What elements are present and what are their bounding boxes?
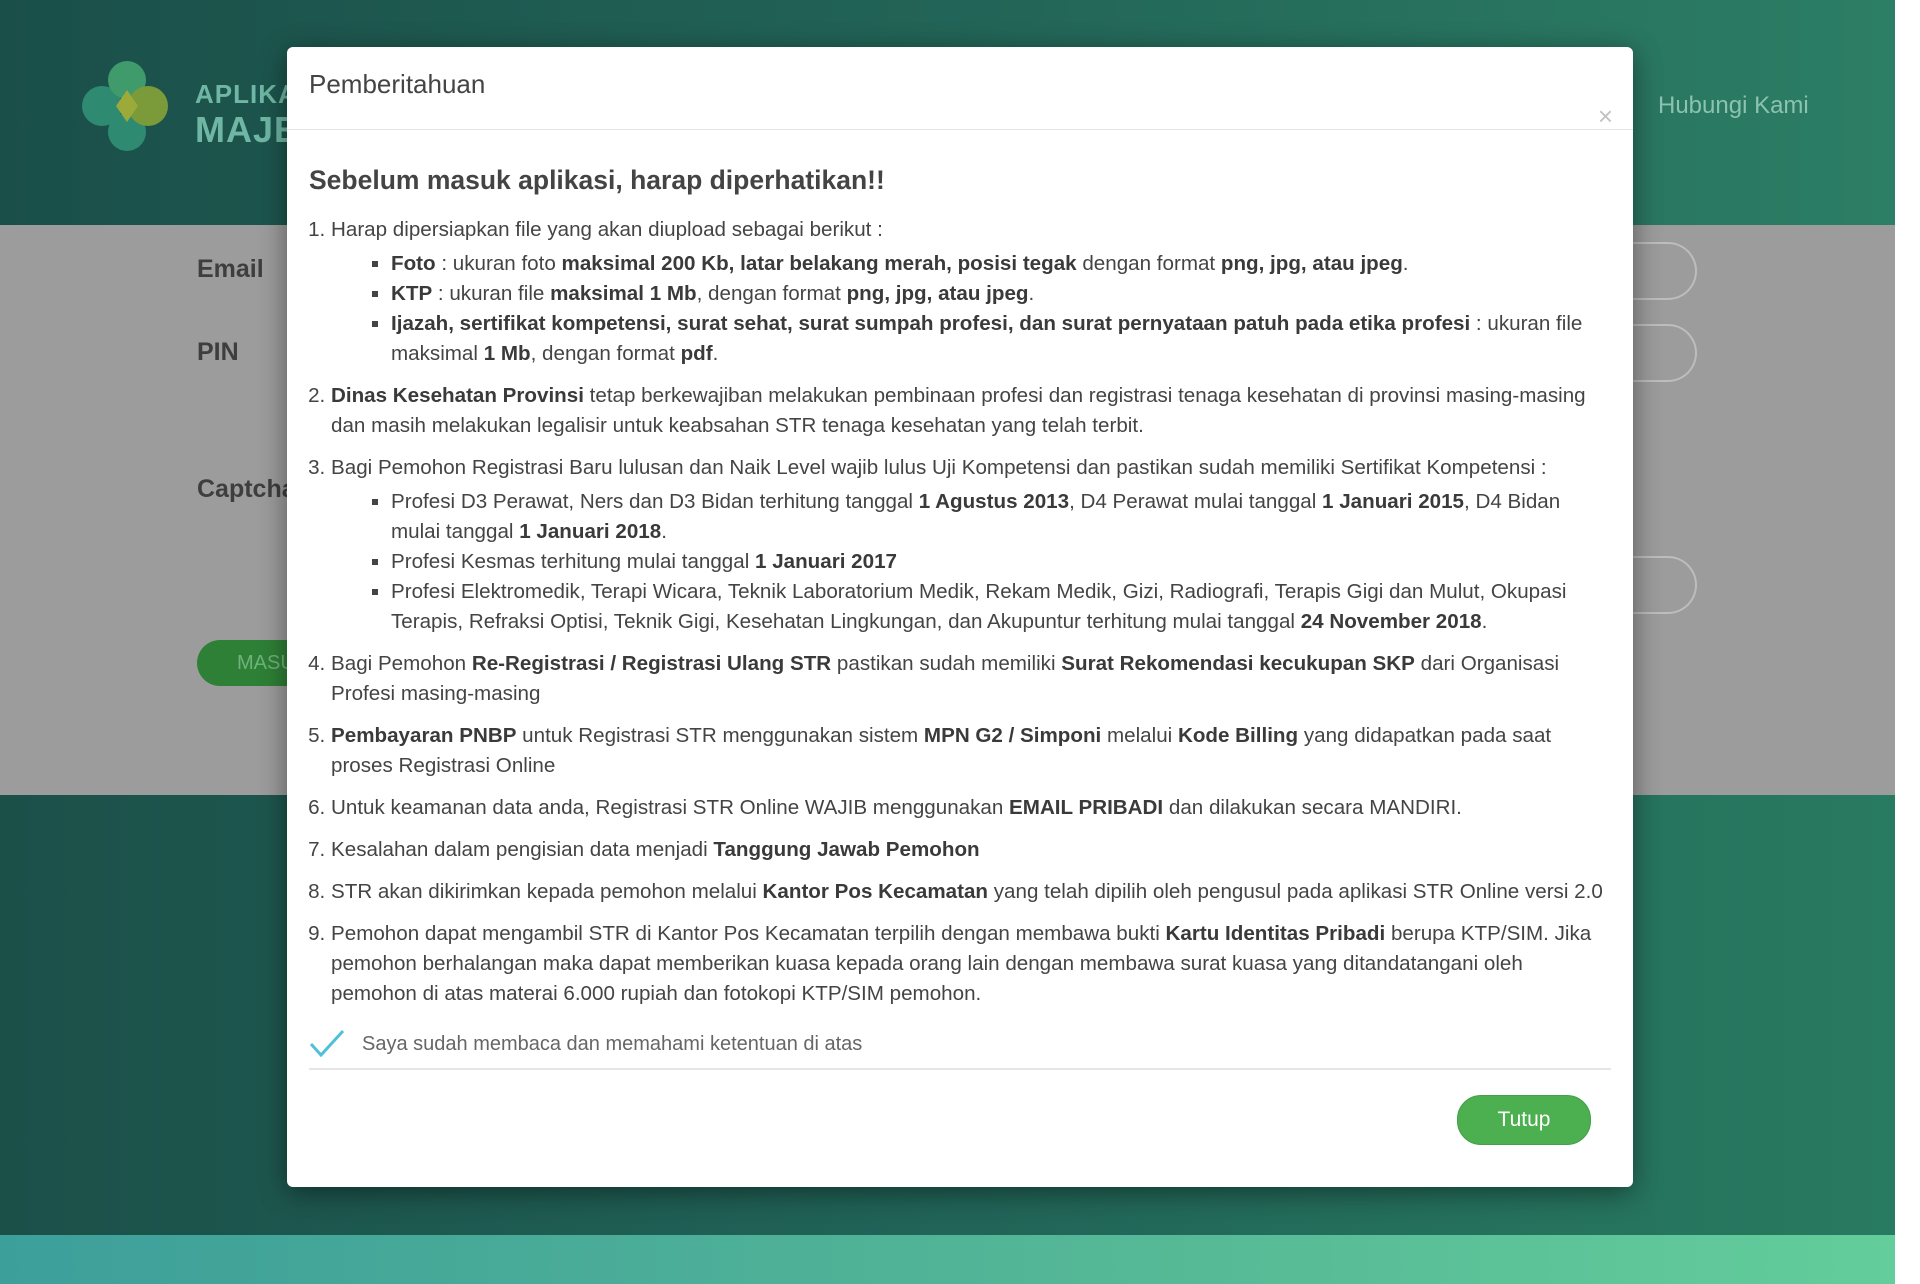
text: pastikan sudah memiliki [831, 652, 1062, 675]
text-bold: 1 Januari 2017 [755, 550, 897, 573]
text-bold: Ijazah, sertifikat kompetensi, surat seh… [391, 312, 1471, 335]
text: . [1481, 610, 1488, 633]
text-bold: maksimal 1 Mb [550, 282, 697, 305]
agreement-checkbox-row[interactable]: Saya sudah membaca dan memahami ketentua… [309, 1028, 1611, 1070]
text: : ukuran file [432, 282, 551, 305]
text: untuk Registrasi STR menggunakan sistem [516, 724, 924, 747]
rule-item-2: Dinas Kesehatan Provinsi tetap berkewaji… [331, 381, 1611, 441]
modal-header-divider [287, 129, 1633, 130]
rule-1-ktp: KTP : ukuran file maksimal 1 Mb, dengan … [391, 279, 1611, 309]
text: . [712, 342, 719, 365]
modal-heading: Sebelum masuk aplikasi, harap diperhatik… [309, 165, 885, 195]
text: dan dilakukan secara MANDIRI. [1163, 796, 1462, 819]
text: : ukuran foto [435, 252, 562, 275]
text: Bagi Pemohon [331, 652, 472, 675]
rules-list: Harap dipersiapkan file yang akan diuplo… [309, 215, 1611, 1009]
rule-item-6: Untuk keamanan data anda, Registrasi STR… [331, 793, 1611, 823]
rule-3-intro: Bagi Pemohon Registrasi Baru lulusan dan… [331, 456, 1547, 479]
text-bold: maksimal 200 Kb, latar belakang merah, p… [561, 252, 1077, 275]
text-bold: MPN G2 / Simponi [923, 724, 1102, 747]
text: , dengan format [696, 282, 847, 305]
text-bold: Kode Billing [1177, 724, 1299, 747]
rule-1-intro: Harap dipersiapkan file yang akan diuplo… [331, 218, 883, 241]
rule-item-1: Harap dipersiapkan file yang akan diuplo… [331, 215, 1611, 369]
text-bold: Foto [391, 252, 436, 275]
text-bold: 1 Agustus 2013 [918, 490, 1070, 513]
rule-3-sublist: Profesi D3 Perawat, Ners dan D3 Bidan te… [331, 487, 1611, 637]
text-bold: Dinas Kesehatan Provinsi [331, 384, 584, 407]
text-bold: Kantor Pos Kecamatan [762, 880, 989, 903]
close-icon[interactable]: × [1598, 103, 1613, 129]
agreement-label: Saya sudah membaca dan memahami ketentua… [362, 1033, 863, 1055]
text: yang telah dipilih oleh pengusul pada ap… [988, 880, 1603, 903]
text: . [661, 520, 667, 543]
rule-item-4: Bagi Pemohon Re-Registrasi / Registrasi … [331, 649, 1611, 709]
page-scrollbar-gutter [1895, 0, 1920, 1284]
text: Untuk keamanan data anda, Registrasi STR… [331, 796, 1010, 819]
rule-3-sub-3: Profesi Elektromedik, Terapi Wicara, Tek… [391, 577, 1611, 637]
rule-item-3: Bagi Pemohon Registrasi Baru lulusan dan… [331, 453, 1611, 637]
footer-strip [0, 1235, 1895, 1284]
text-bold: Pembayaran PNBP [331, 724, 517, 747]
text: dengan format [1076, 252, 1221, 275]
text: , D4 Perawat mulai tanggal [1069, 490, 1323, 513]
text-bold: 1 Januari 2018 [519, 520, 662, 543]
nav-contact-link[interactable]: Hubungi Kami [1658, 92, 1809, 120]
notice-modal: Pemberitahuan × Sebelum masuk aplikasi, … [287, 47, 1633, 1187]
text-bold: pdf [680, 342, 713, 365]
logo-icon [82, 61, 168, 151]
text-bold: Tanggung Jawab Pemohon [713, 838, 980, 861]
text: Profesi Kesmas terhitung mulai tanggal [391, 550, 756, 573]
rule-3-sub-1: Profesi D3 Perawat, Ners dan D3 Bidan te… [391, 487, 1611, 547]
text-bold: Re-Registrasi / Registrasi Ulang STR [471, 652, 832, 675]
rule-1-sublist: Foto : ukuran foto maksimal 200 Kb, lata… [331, 249, 1611, 369]
text-bold: png, jpg, atau jpeg [846, 282, 1029, 305]
check-icon[interactable] [309, 1028, 345, 1060]
text: STR akan dikirimkan kepada pemohon melal… [331, 880, 763, 903]
text: melalui [1101, 724, 1178, 747]
text-bold: Surat Rekomendasi kecukupan SKP [1061, 652, 1415, 675]
text-bold: png, jpg, atau jpeg [1220, 252, 1403, 275]
rule-item-5: Pembayaran PNBP untuk Registrasi STR men… [331, 721, 1611, 781]
pin-label: PIN [197, 338, 239, 366]
text: Pemohon dapat mengambil STR di Kantor Po… [331, 922, 1166, 945]
text: Kesalahan dalam pengisian data menjadi [331, 838, 714, 861]
text: Profesi D3 Perawat, Ners dan D3 Bidan te… [391, 490, 919, 513]
rule-item-7: Kesalahan dalam pengisian data menjadi T… [331, 835, 1611, 865]
close-button[interactable]: Tutup [1457, 1095, 1591, 1145]
text-bold: KTP [391, 282, 433, 305]
modal-title: Pemberitahuan [309, 69, 486, 99]
text-bold: Kartu Identitas Pribadi [1165, 922, 1386, 945]
text: , dengan format [530, 342, 681, 365]
modal-body: Sebelum masuk aplikasi, harap diperhatik… [309, 165, 1611, 1021]
text-bold: EMAIL PRIBADI [1009, 796, 1164, 819]
text: . [1028, 282, 1035, 305]
email-label: Email [197, 255, 264, 283]
text-bold: 1 Mb [483, 342, 531, 365]
text: . [1402, 252, 1409, 275]
text-bold: 1 Januari 2015 [1322, 490, 1465, 513]
rule-1-foto: Foto : ukuran foto maksimal 200 Kb, lata… [391, 249, 1611, 279]
captcha-label: Captcha [197, 475, 296, 503]
rule-item-9: Pemohon dapat mengambil STR di Kantor Po… [331, 919, 1611, 1009]
text-bold: 24 November 2018 [1300, 610, 1482, 633]
rule-3-sub-2: Profesi Kesmas terhitung mulai tanggal 1… [391, 547, 1611, 577]
rule-item-8: STR akan dikirimkan kepada pemohon melal… [331, 877, 1611, 907]
rule-1-ijazah: Ijazah, sertifikat kompetensi, surat seh… [391, 309, 1611, 369]
